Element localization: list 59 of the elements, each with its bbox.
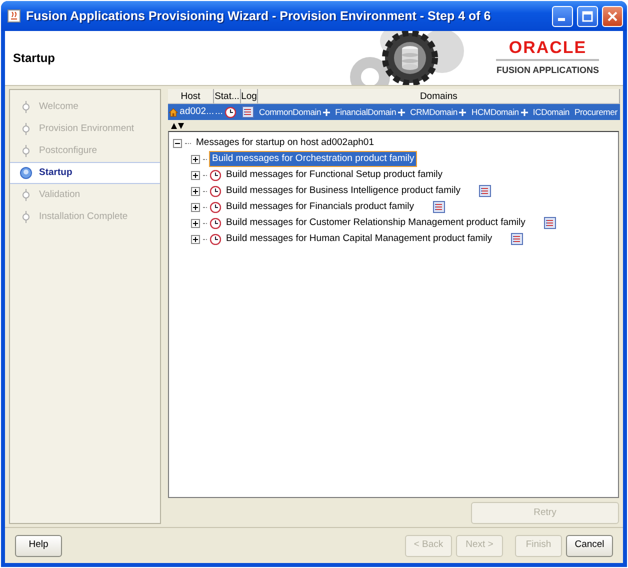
log-icon[interactable] — [432, 201, 445, 213]
expand-icon[interactable] — [191, 154, 200, 164]
close-icon — [607, 10, 618, 22]
step-marker-icon — [20, 145, 32, 157]
column-header[interactable]: Log — [241, 89, 258, 104]
log-icon[interactable] — [479, 185, 492, 197]
expand-icon[interactable] — [191, 186, 200, 196]
wizard-step[interactable]: Startup — [10, 162, 160, 184]
step-marker-icon — [20, 189, 32, 201]
tree-node[interactable]: Build messages for Customer Relationship Management product family — [224, 216, 528, 230]
plus-icon[interactable] — [459, 108, 466, 116]
log-icon[interactable] — [544, 217, 556, 229]
plus-icon[interactable] — [323, 108, 330, 116]
tree-node[interactable]: Build messages for Orchestration product family — [210, 152, 416, 166]
home-icon — [169, 106, 178, 118]
collapse-icon[interactable] — [173, 138, 182, 148]
expand-icon[interactable] — [191, 218, 200, 228]
log-icon[interactable] — [511, 233, 524, 245]
dialog-button[interactable]: Cancel — [566, 534, 613, 556]
tree-node[interactable]: Messages for startup on host ad002aph01 — [194, 136, 376, 150]
domain-text[interactable]: Procuremer — [574, 106, 618, 118]
plus-icon[interactable] — [398, 108, 406, 116]
tree-node[interactable]: Build messages for Human Capital Management product family — [224, 232, 494, 246]
domain-text[interactable]: CommonDomain — [259, 106, 322, 118]
minimize-button[interactable] — [552, 6, 573, 26]
product-name: FUSION APPLICATIONS — [496, 58, 599, 78]
tree-node[interactable]: Build messages for Functional Setup product family — [224, 168, 444, 182]
column-header[interactable]: Host — [168, 89, 214, 104]
close-button[interactable] — [602, 6, 623, 26]
expand-icon[interactable] — [191, 202, 200, 212]
step-marker-icon — [20, 167, 32, 179]
domain-text[interactable]: FinancialDomain — [335, 106, 396, 118]
domain-text[interactable]: HCMDomain — [471, 106, 519, 118]
domain-text[interactable]: CRMDomain — [410, 106, 458, 118]
column-header[interactable]: Domains — [258, 89, 620, 104]
sort-icon[interactable] — [171, 123, 185, 129]
plus-icon[interactable] — [520, 108, 528, 116]
page-title: Startup — [13, 50, 55, 67]
maximize-button[interactable] — [577, 6, 598, 26]
step-marker-icon — [20, 123, 32, 135]
log-icon[interactable] — [242, 106, 254, 118]
host-text: ad002... — [180, 104, 214, 119]
dialog-button[interactable]: Help — [15, 534, 62, 556]
step-marker-icon — [20, 211, 32, 223]
java-app-icon — [7, 9, 21, 23]
expand-icon[interactable] — [191, 170, 200, 180]
oracle-logo: ORACLE — [508, 38, 588, 56]
tree-node[interactable]: Build messages for Financials product family — [224, 200, 416, 214]
step-marker-icon — [20, 101, 32, 113]
window-title: Fusion Applications Provisioning Wizard - Provision Environment - Step 4 of 6 — [26, 8, 491, 25]
domain-text[interactable]: ICDomain — [532, 106, 570, 118]
status-text: ... — [215, 104, 223, 119]
tree-node[interactable]: Build messages for Business Intelligence product family — [224, 184, 462, 198]
table-cell[interactable]: ad002... — [168, 104, 214, 120]
column-header[interactable]: Stat... — [214, 89, 241, 104]
clock-icon — [224, 106, 236, 118]
maximize-icon — [582, 10, 593, 22]
minimize-icon — [558, 18, 565, 20]
expand-icon[interactable] — [191, 234, 200, 244]
